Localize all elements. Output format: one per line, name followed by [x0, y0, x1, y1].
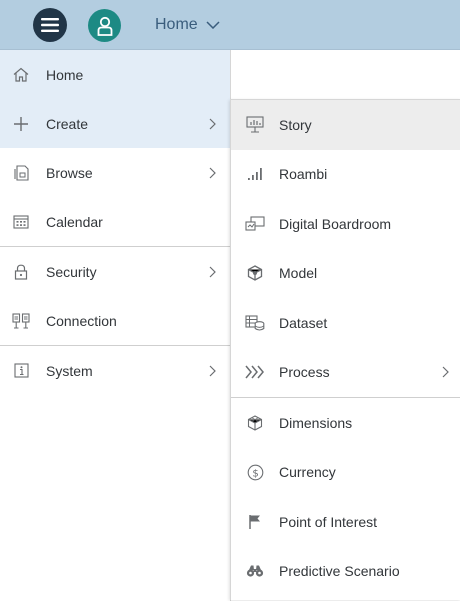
plus-icon [12, 115, 30, 133]
submenu-item-label: Point of Interest [279, 513, 378, 530]
nav-item-label: Browse [46, 164, 93, 181]
chevron-down-icon [206, 21, 220, 29]
user-icon [97, 16, 112, 36]
flag-icon [245, 513, 265, 531]
currency-icon: $ [245, 463, 265, 481]
nav-item-security[interactable]: Security [0, 247, 230, 296]
submenu-item-currency[interactable]: $ Currency [231, 448, 460, 498]
story-icon [245, 116, 265, 134]
shell-header: Home [0, 0, 460, 50]
menu-button[interactable] [33, 8, 67, 42]
home-dropdown[interactable]: Home [155, 14, 220, 36]
nav-item-label: System [46, 362, 93, 379]
lock-icon [12, 263, 30, 281]
binoculars-icon [245, 562, 265, 580]
main-nav-menu: Home Create Browse Calendar Security Con… [0, 50, 231, 601]
submenu-item-story[interactable]: Story [231, 100, 460, 150]
calendar-icon [12, 213, 30, 231]
chevron-right-icon [209, 266, 216, 278]
nav-item-label: Create [46, 115, 89, 132]
nav-item-connection[interactable]: Connection [0, 296, 230, 345]
submenu-item-digital-boardroom[interactable]: Digital Boardroom [231, 199, 460, 249]
nav-item-label: Calendar [46, 213, 103, 230]
submenu-item-roambi[interactable]: Roambi [231, 150, 460, 200]
hamburger-icon [41, 18, 59, 32]
submenu-item-label: Digital Boardroom [279, 215, 392, 232]
process-chevrons-icon [245, 363, 265, 381]
svg-text:$: $ [252, 468, 258, 479]
info-icon [12, 362, 30, 380]
cube-icon [245, 264, 265, 282]
nav-item-label: Connection [46, 312, 117, 329]
chevron-right-icon [209, 118, 216, 130]
nav-item-label: Home [46, 66, 84, 83]
signal-bars-icon [245, 165, 265, 183]
dimensions-icon [245, 414, 265, 432]
nav-item-label: Security [46, 263, 97, 280]
submenu-item-predictive-scenario[interactable]: Predictive Scenario [231, 547, 460, 597]
chevron-right-icon [209, 167, 216, 179]
nav-item-home[interactable]: Home [0, 50, 230, 99]
dataset-icon [245, 314, 265, 332]
submenu-item-point-of-interest[interactable]: Point of Interest [231, 497, 460, 547]
create-submenu: Story Roambi Digital Boardroom Model Dat… [230, 99, 460, 600]
submenu-item-label: Predictive Scenario [279, 563, 400, 580]
chevron-right-icon [209, 365, 216, 377]
nav-item-create[interactable]: Create [0, 99, 230, 148]
user-avatar[interactable] [88, 9, 121, 42]
boardroom-icon [245, 215, 265, 233]
submenu-item-label: Dimensions [279, 414, 353, 431]
submenu-item-dataset[interactable]: Dataset [231, 298, 460, 348]
chevron-right-icon [442, 366, 449, 378]
submenu-item-label: Process [279, 364, 330, 381]
submenu-item-model[interactable]: Model [231, 249, 460, 299]
nav-item-calendar[interactable]: Calendar [0, 197, 230, 246]
nav-item-browse[interactable]: Browse [0, 148, 230, 197]
submenu-item-process[interactable]: Process [231, 348, 460, 398]
connection-icon [12, 312, 30, 330]
browse-icon [12, 164, 30, 182]
submenu-item-label: Currency [279, 464, 336, 481]
home-icon [12, 66, 30, 84]
nav-item-system[interactable]: System [0, 346, 230, 395]
submenu-item-label: Dataset [279, 314, 328, 331]
submenu-item-label: Roambi [279, 166, 328, 183]
submenu-item-label: Story [279, 116, 312, 133]
submenu-item-dimensions[interactable]: Dimensions [231, 398, 460, 448]
home-dropdown-label: Home [155, 16, 198, 33]
submenu-item-label: Model [279, 265, 318, 282]
